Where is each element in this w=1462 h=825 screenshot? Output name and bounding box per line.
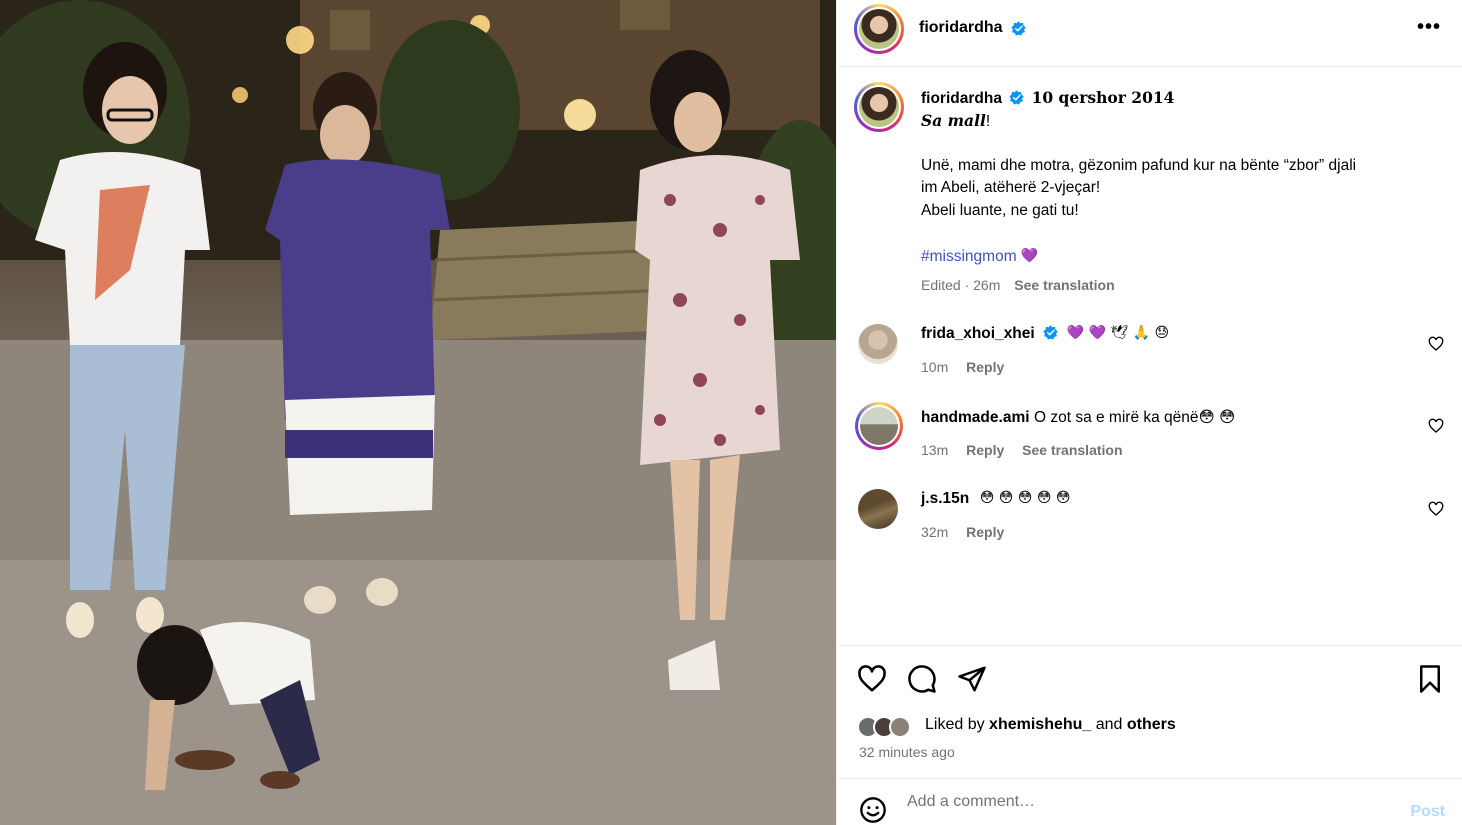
liked-by-others-link[interactable]: others <box>1127 716 1176 733</box>
commenter-avatar[interactable] <box>858 489 898 529</box>
post-details-panel: fioridardha ••• fioridardha 10 qershor 2… <box>836 0 1462 825</box>
commenter-avatar[interactable] <box>858 324 898 364</box>
comment-time: 32m <box>921 524 949 540</box>
verified-badge-icon <box>1043 325 1058 340</box>
caption-username[interactable]: fioridardha <box>921 90 1002 107</box>
comment-bubble-icon[interactable] <box>907 664 937 694</box>
caption: fioridardha 10 qershor 2014 Sa mall! Unë… <box>921 87 1356 268</box>
see-translation-link[interactable]: See translation <box>1022 442 1122 458</box>
comment-text: 😳 😳 😳 😳 😳 <box>979 490 1071 506</box>
caption-author-avatar[interactable] <box>854 82 904 132</box>
comment-meta: 13m Reply See translation <box>921 442 1123 458</box>
author-username[interactable]: fioridardha <box>919 19 1003 37</box>
emoji-picker-icon[interactable] <box>859 796 887 824</box>
caption-date-title: 10 qershor 2014 <box>1031 88 1175 107</box>
comment-meta: 32m Reply <box>921 524 1004 540</box>
liked-by-mid: and <box>1091 716 1127 733</box>
save-bookmark-icon[interactable] <box>1415 664 1445 694</box>
comment-username[interactable]: frida_xhoi_xhei <box>921 325 1035 342</box>
comment-text: O zot sa e mirë ka qënë😳 😳 <box>1033 409 1236 426</box>
purple-heart-emoji: 💜 <box>1020 247 1039 264</box>
caption-meta: Edited · 26m See translation <box>921 277 1115 293</box>
comment-username[interactable]: j.s.15n <box>921 490 969 507</box>
caption-headline: Sa mall <box>921 110 986 130</box>
comment: handmade.ami O zot sa e mirë ka qënë😳 😳 <box>921 408 1235 427</box>
see-translation-link[interactable]: See translation <box>1014 277 1114 293</box>
post-comment-button[interactable]: Post <box>1410 803 1445 821</box>
comment-username[interactable]: handmade.ami <box>921 409 1030 426</box>
liked-by-user-link[interactable]: xhemishehu_ <box>989 716 1091 733</box>
caption-line-3: Abeli luante, ne gati tu! <box>921 201 1079 219</box>
comment-input[interactable] <box>907 793 1357 811</box>
more-options-button[interactable]: ••• <box>1417 16 1441 39</box>
liked-by-prefix: Liked by <box>925 716 990 733</box>
author-avatar[interactable] <box>854 4 904 54</box>
hashtag-link[interactable]: #missingmom <box>921 248 1017 265</box>
post-actions: Liked by xhemishehu_ and others 32 minut… <box>837 645 1462 778</box>
commenter-avatar[interactable] <box>855 402 903 450</box>
verified-badge-icon <box>1011 21 1026 36</box>
reply-button[interactable]: Reply <box>966 524 1004 540</box>
add-comment-bar: Post <box>837 778 1462 825</box>
like-comment-heart-icon[interactable] <box>1428 418 1444 434</box>
verified-badge-icon <box>1009 90 1024 105</box>
like-comment-heart-icon[interactable] <box>1428 336 1444 352</box>
share-paper-plane-icon[interactable] <box>957 664 987 694</box>
post-header: fioridardha ••• <box>837 0 1462 67</box>
comment-meta: 10m Reply <box>921 359 1004 375</box>
comment: j.s.15n 😳 😳 😳 😳 😳 <box>921 490 1070 508</box>
photo-illustration <box>0 0 836 825</box>
like-comment-heart-icon[interactable] <box>1428 501 1444 517</box>
edited-time: Edited · 26m <box>921 277 1001 293</box>
comment-text: 💜 💜 🕊 🙏 😓 <box>1066 325 1170 341</box>
comment-time: 10m <box>921 359 949 375</box>
liked-by-avatars[interactable] <box>857 714 921 738</box>
caption-headline-end: ! <box>985 112 991 130</box>
instagram-post-modal: fioridardha ••• fioridardha 10 qershor 2… <box>0 0 1462 825</box>
reply-button[interactable]: Reply <box>966 359 1004 375</box>
caption-line-1: Unë, mami dhe motra, gëzonim pafund kur … <box>921 156 1357 174</box>
post-timestamp[interactable]: 32 minutes ago <box>859 744 955 760</box>
comment-time: 13m <box>921 442 949 458</box>
reply-button[interactable]: Reply <box>966 442 1004 458</box>
post-photo[interactable] <box>0 0 836 825</box>
like-heart-icon[interactable] <box>857 664 887 694</box>
caption-line-2: im Abeli, atëherë 2-vjeçar! <box>921 179 1101 196</box>
comment: frida_xhoi_xhei 💜 💜 🕊 🙏 😓 <box>921 325 1169 343</box>
liked-by-text: Liked by xhemishehu_ and others <box>925 716 1176 734</box>
